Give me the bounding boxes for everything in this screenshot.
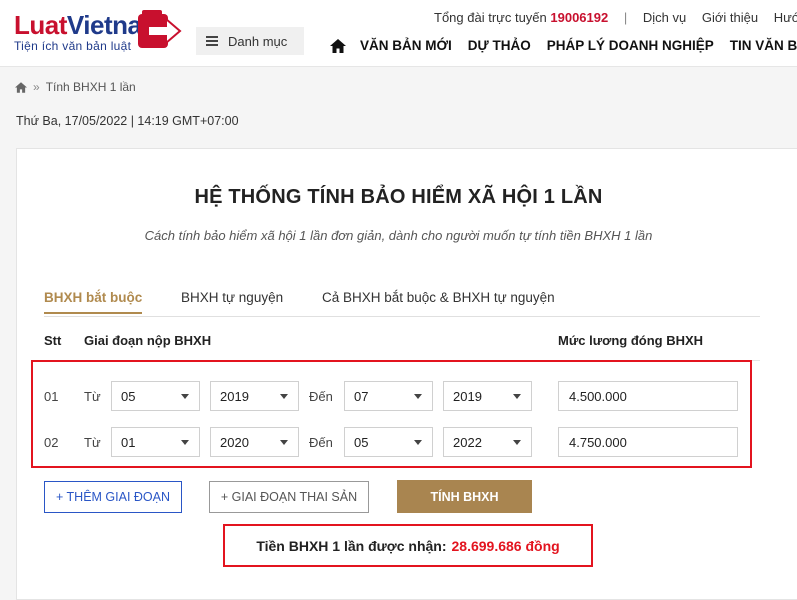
- tab-both[interactable]: Cả BHXH bắt buộc & BHXH tự nguyện: [322, 290, 555, 305]
- row-2-from-month-select[interactable]: 01: [111, 427, 200, 457]
- row-1-from-month-select[interactable]: 05: [111, 381, 200, 411]
- row-2-to-month-select[interactable]: 05: [344, 427, 433, 457]
- hotline-number[interactable]: 19006192: [550, 10, 608, 25]
- nav-item-new-documents[interactable]: VĂN BẢN MỚI: [360, 38, 452, 53]
- page-subtitle: Cách tính bảo hiểm xã hội 1 lần đơn giản…: [144, 228, 653, 243]
- tab-bar: BHXH bắt buộc BHXH tự nguyện Cả BHXH bắt…: [44, 290, 760, 317]
- home-icon[interactable]: [330, 38, 346, 53]
- top-link-guide[interactable]: Hướng: [774, 10, 797, 25]
- breadcrumb-separator: »: [33, 80, 40, 94]
- page-title: HỆ THỐNG TÍNH BẢO HIỂM XÃ HỘI 1 LẦN: [194, 186, 603, 208]
- row-2-from-label: Từ: [84, 435, 101, 450]
- add-maternity-period-button[interactable]: + GIAI ĐOẠN THAI SẢN: [209, 481, 369, 513]
- chevron-down-icon: [414, 394, 422, 399]
- result-label: Tiền BHXH 1 lần được nhận:: [256, 537, 447, 554]
- chevron-down-icon: [513, 394, 521, 399]
- tab-voluntary[interactable]: BHXH tự nguyện: [181, 290, 283, 305]
- hotline-label: Tổng đài trực tuyến: [434, 10, 547, 25]
- top-link-about[interactable]: Giới thiệu: [702, 10, 758, 25]
- row-2-stt: 02: [44, 435, 59, 450]
- chevron-down-icon: [414, 440, 422, 445]
- category-menu-button[interactable]: Danh mục: [196, 27, 304, 55]
- top-link-services[interactable]: Dịch vụ: [643, 10, 686, 25]
- row-1-from-year-select[interactable]: 2019: [210, 381, 299, 411]
- add-period-button[interactable]: + THÊM GIAI ĐOẠN: [44, 481, 182, 513]
- chevron-down-icon: [181, 440, 189, 445]
- column-header-stt: Stt: [44, 333, 62, 348]
- home-icon[interactable]: [15, 81, 27, 93]
- row-1-salary-input[interactable]: 4.500.000: [558, 381, 738, 411]
- result-box: Tiền BHXH 1 lần được nhận: 28.699.686 đồ…: [223, 524, 593, 567]
- calculate-button[interactable]: TÍNH BHXH: [397, 480, 532, 513]
- row-1-stt: 01: [44, 389, 59, 404]
- hamburger-icon: [206, 36, 218, 46]
- row-2-salary-input[interactable]: 4.750.000: [558, 427, 738, 457]
- logo-arrow-icon: [138, 10, 182, 48]
- nav-item-document-news[interactable]: TIN VĂN BẢ: [730, 38, 797, 53]
- current-datetime: Thứ Ba, 17/05/2022 | 14:19 GMT+07:00: [16, 114, 239, 128]
- breadcrumb: » Tính BHXH 1 lần: [15, 80, 136, 94]
- nav-item-business-legal[interactable]: PHÁP LÝ DOANH NGHIỆP: [547, 38, 714, 53]
- chevron-down-icon: [513, 440, 521, 445]
- row-2-from-year-select[interactable]: 2020: [210, 427, 299, 457]
- row-1-to-label: Đến: [309, 389, 333, 404]
- result-amount: 28.699.686 đồng: [451, 537, 560, 554]
- chevron-down-icon: [181, 394, 189, 399]
- column-header-salary: Mức lương đóng BHXH: [558, 333, 704, 348]
- row-1-from-label: Từ: [84, 389, 101, 404]
- top-links: Tổng đài trực tuyến 19006192 | Dịch vụ G…: [434, 10, 797, 25]
- row-1-to-year-select[interactable]: 2019: [443, 381, 532, 411]
- category-menu-label: Danh mục: [228, 33, 288, 49]
- chevron-down-icon: [280, 440, 288, 445]
- row-2-to-label: Đến: [309, 435, 333, 450]
- breadcrumb-current: Tính BHXH 1 lần: [45, 80, 136, 94]
- column-header-period: Giai đoạn nộp BHXH: [84, 333, 212, 348]
- nav-item-drafts[interactable]: DỰ THẢO: [468, 38, 531, 53]
- site-header: LuatVietnam Tiện ích văn bản luật Danh m…: [0, 0, 797, 67]
- row-1-to-month-select[interactable]: 07: [344, 381, 433, 411]
- chevron-down-icon: [280, 394, 288, 399]
- row-2-to-year-select[interactable]: 2022: [443, 427, 532, 457]
- main-nav: VĂN BẢN MỚI DỰ THẢO PHÁP LÝ DOANH NGHIỆP…: [330, 38, 797, 53]
- tab-compulsory[interactable]: BHXH bắt buộc: [44, 290, 143, 314]
